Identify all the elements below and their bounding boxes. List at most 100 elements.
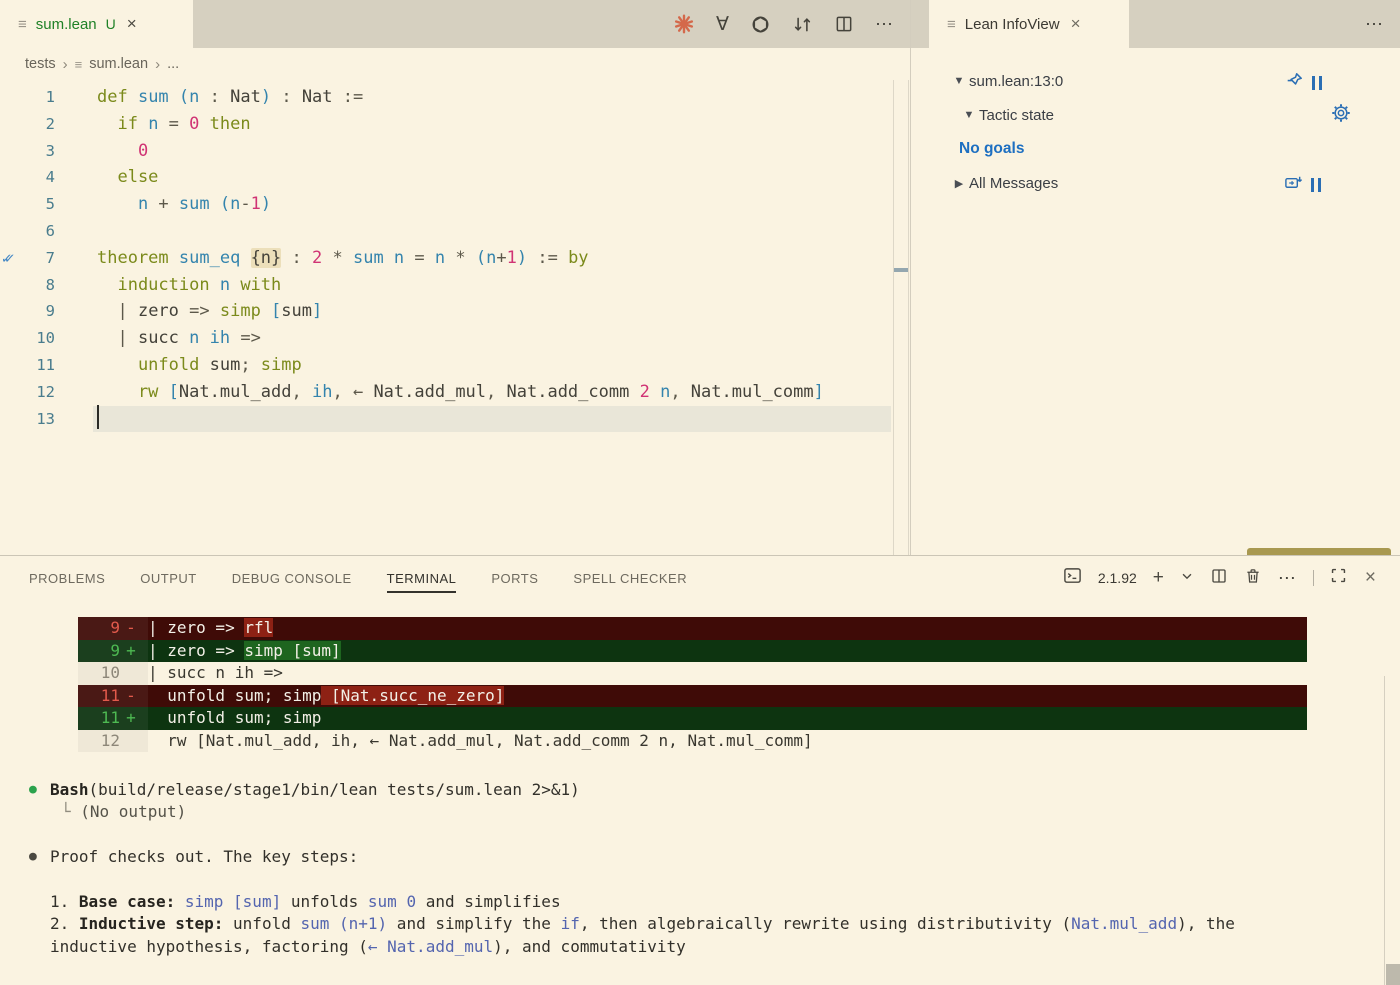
- terminal-line: └ (No output): [50, 801, 1400, 823]
- bullet-icon: ●: [29, 779, 37, 801]
- more-actions-icon[interactable]: ⋯: [1278, 568, 1297, 589]
- pause-updating-icon[interactable]: [1311, 178, 1321, 192]
- vscode-window: ≡ sum.lean U × ∀: [0, 0, 1400, 968]
- breadcrumb-item-file[interactable]: sum.lean: [89, 56, 148, 72]
- kill-terminal-trash-icon[interactable]: [1244, 567, 1262, 590]
- terminal-body: 9-| zero => rfl9+| zero => simp [sum]10|…: [0, 617, 1400, 985]
- file-icon: ≡: [75, 57, 83, 72]
- terminal-line: 1. Base case: simp [sum] unfolds sum 0 a…: [50, 891, 1400, 913]
- code-line[interactable]: 1def sum (n : Nat) : Nat :=: [0, 84, 893, 111]
- code-line[interactable]: 13: [0, 406, 893, 433]
- toolbar-divider: [1313, 570, 1314, 586]
- terminal-line: 2. Inductive step: unfold sum (n+1) and …: [50, 913, 1400, 935]
- code-line[interactable]: 12 rw [Nat.mul_add, ih, ← Nat.add_mul, N…: [0, 379, 893, 406]
- split-terminal-icon[interactable]: [1210, 567, 1228, 590]
- all-messages-label: All Messages: [969, 175, 1058, 192]
- terminal-messages: ●Bash(build/release/stage1/bin/lean test…: [50, 779, 1400, 958]
- panel-toolbar: 2.1.92 + ⋯: [1063, 556, 1378, 600]
- line-number[interactable]: 11: [0, 352, 55, 379]
- close-tab-icon[interactable]: ×: [125, 14, 139, 34]
- terminal-line: ●Bash(build/release/stage1/bin/lean test…: [50, 779, 1400, 801]
- line-number[interactable]: 7: [0, 245, 55, 272]
- line-number[interactable]: 12: [0, 379, 55, 406]
- gear-icon[interactable]: [1331, 103, 1351, 128]
- terminal-line: ●Proof checks out. The key steps:: [50, 846, 1400, 868]
- line-number[interactable]: 1: [0, 84, 55, 111]
- collapse-triangle-icon[interactable]: ▼: [959, 109, 979, 121]
- tab-label: Lean InfoView: [965, 16, 1060, 33]
- code-line[interactable]: 4 else: [0, 164, 893, 191]
- panel-tab-problems[interactable]: PROBLEMS: [29, 567, 105, 590]
- infoview-position-header[interactable]: ▼ sum.lean:13:0: [949, 70, 1400, 92]
- line-number[interactable]: 2: [0, 111, 55, 138]
- line-number[interactable]: 3: [0, 138, 55, 165]
- tactic-state-label: Tactic state: [979, 107, 1054, 124]
- tab-sum-lean[interactable]: ≡ sum.lean U ×: [0, 0, 193, 48]
- code-line[interactable]: ✓✓7theorem sum_eq {n} : 2 * sum n = n * …: [0, 245, 893, 272]
- panel-tab-terminal[interactable]: TERMINAL: [387, 567, 457, 590]
- bullet-icon: ●: [29, 846, 37, 868]
- scrollbar-thumb[interactable]: [1386, 964, 1400, 985]
- line-number[interactable]: 13: [0, 406, 55, 433]
- expand-triangle-icon[interactable]: ▶: [949, 177, 969, 190]
- reveal-messages-icon[interactable]: [1284, 173, 1303, 197]
- panel-header: PROBLEMS OUTPUT DEBUG CONSOLE TERMINAL PORTS…: [0, 556, 1400, 600]
- terminal-scrollbar[interactable]: [1384, 676, 1400, 985]
- line-number[interactable]: 8: [0, 272, 55, 299]
- code-line[interactable]: 6: [0, 218, 893, 245]
- bottom-panel: PROBLEMS OUTPUT DEBUG CONSOLE TERMINAL PORTS…: [0, 555, 1400, 968]
- all-messages-header[interactable]: ▶ All Messages: [949, 172, 1400, 194]
- split-editor-icon[interactable]: [834, 14, 854, 34]
- tabstrip-right: ≡ Lean InfoView × ⋯: [911, 0, 1400, 48]
- git-status-badge: U: [106, 16, 116, 32]
- code-line[interactable]: 10 | succ n ih =>: [0, 325, 893, 352]
- breadcrumb-item-tests[interactable]: tests: [25, 56, 56, 72]
- panel-tab-ports[interactable]: PORTS: [491, 567, 538, 590]
- new-terminal-icon[interactable]: +: [1153, 567, 1164, 589]
- diff-row: 10| succ n ih =>: [78, 662, 1307, 685]
- chevron-right-icon: ›: [63, 56, 68, 73]
- tactic-state-icons: [1331, 103, 1351, 128]
- file-icon: ≡: [18, 16, 27, 33]
- line-number[interactable]: 9: [0, 298, 55, 325]
- line-number[interactable]: 4: [0, 164, 55, 191]
- lean-forall-icon[interactable]: ∀: [716, 15, 729, 34]
- close-panel-icon[interactable]: ×: [1363, 567, 1378, 589]
- line-number[interactable]: 10: [0, 325, 55, 352]
- pause-updating-icon[interactable]: [1312, 76, 1322, 90]
- code-editor[interactable]: 1def sum (n : Nat) : Nat :=2 if n = 0 th…: [0, 84, 893, 432]
- compare-changes-icon[interactable]: [792, 14, 813, 35]
- code-line[interactable]: 11 unfold sum; simp: [0, 352, 893, 379]
- pin-icon[interactable]: [1286, 71, 1304, 94]
- more-actions-icon[interactable]: ⋯: [875, 14, 894, 35]
- editor-area: ≡ sum.lean U × ∀: [0, 0, 1400, 555]
- line-number[interactable]: 5: [0, 191, 55, 218]
- panel-tab-debug-console[interactable]: DEBUG CONSOLE: [232, 567, 352, 590]
- collapse-triangle-icon[interactable]: ▼: [949, 75, 969, 87]
- diff-row: 11- unfold sum; simp [Nat.succ_ne_zero]: [78, 685, 1307, 708]
- line-number[interactable]: 6: [0, 218, 55, 245]
- breadcrumb-item-symbol[interactable]: ...: [167, 56, 179, 72]
- panel-tab-spell-checker[interactable]: SPELL CHECKER: [573, 567, 687, 590]
- text-cursor: [97, 405, 99, 429]
- openai-icon[interactable]: [750, 14, 771, 35]
- editor-group-code: ≡ sum.lean U × ∀: [0, 0, 910, 555]
- code-line[interactable]: 3 0: [0, 138, 893, 165]
- more-actions-icon[interactable]: ⋯: [1365, 14, 1384, 35]
- no-goals-status: No goals: [959, 140, 1024, 158]
- code-line[interactable]: 9 | zero => simp [sum]: [0, 298, 893, 325]
- editor-group-infoview: ≡ Lean InfoView × ⋯ ▼ sum.lean:13:0: [910, 0, 1400, 555]
- claude-starburst-icon[interactable]: [673, 13, 695, 35]
- code-line[interactable]: 5 n + sum (n-1): [0, 191, 893, 218]
- tab-lean-infoview[interactable]: ≡ Lean InfoView ×: [929, 0, 1129, 48]
- close-tab-icon[interactable]: ×: [1069, 14, 1083, 34]
- overview-ruler[interactable]: [893, 80, 909, 555]
- panel-tab-output[interactable]: OUTPUT: [140, 567, 196, 590]
- editor-actions: ∀: [673, 0, 894, 48]
- code-line[interactable]: 2 if n = 0 then: [0, 111, 893, 138]
- position-header-icons: [1286, 71, 1322, 94]
- code-line[interactable]: 8 induction n with: [0, 272, 893, 299]
- maximize-panel-icon[interactable]: [1330, 567, 1347, 589]
- infoview-group-actions: ⋯: [1365, 0, 1384, 48]
- chevron-down-icon[interactable]: [1180, 569, 1194, 588]
